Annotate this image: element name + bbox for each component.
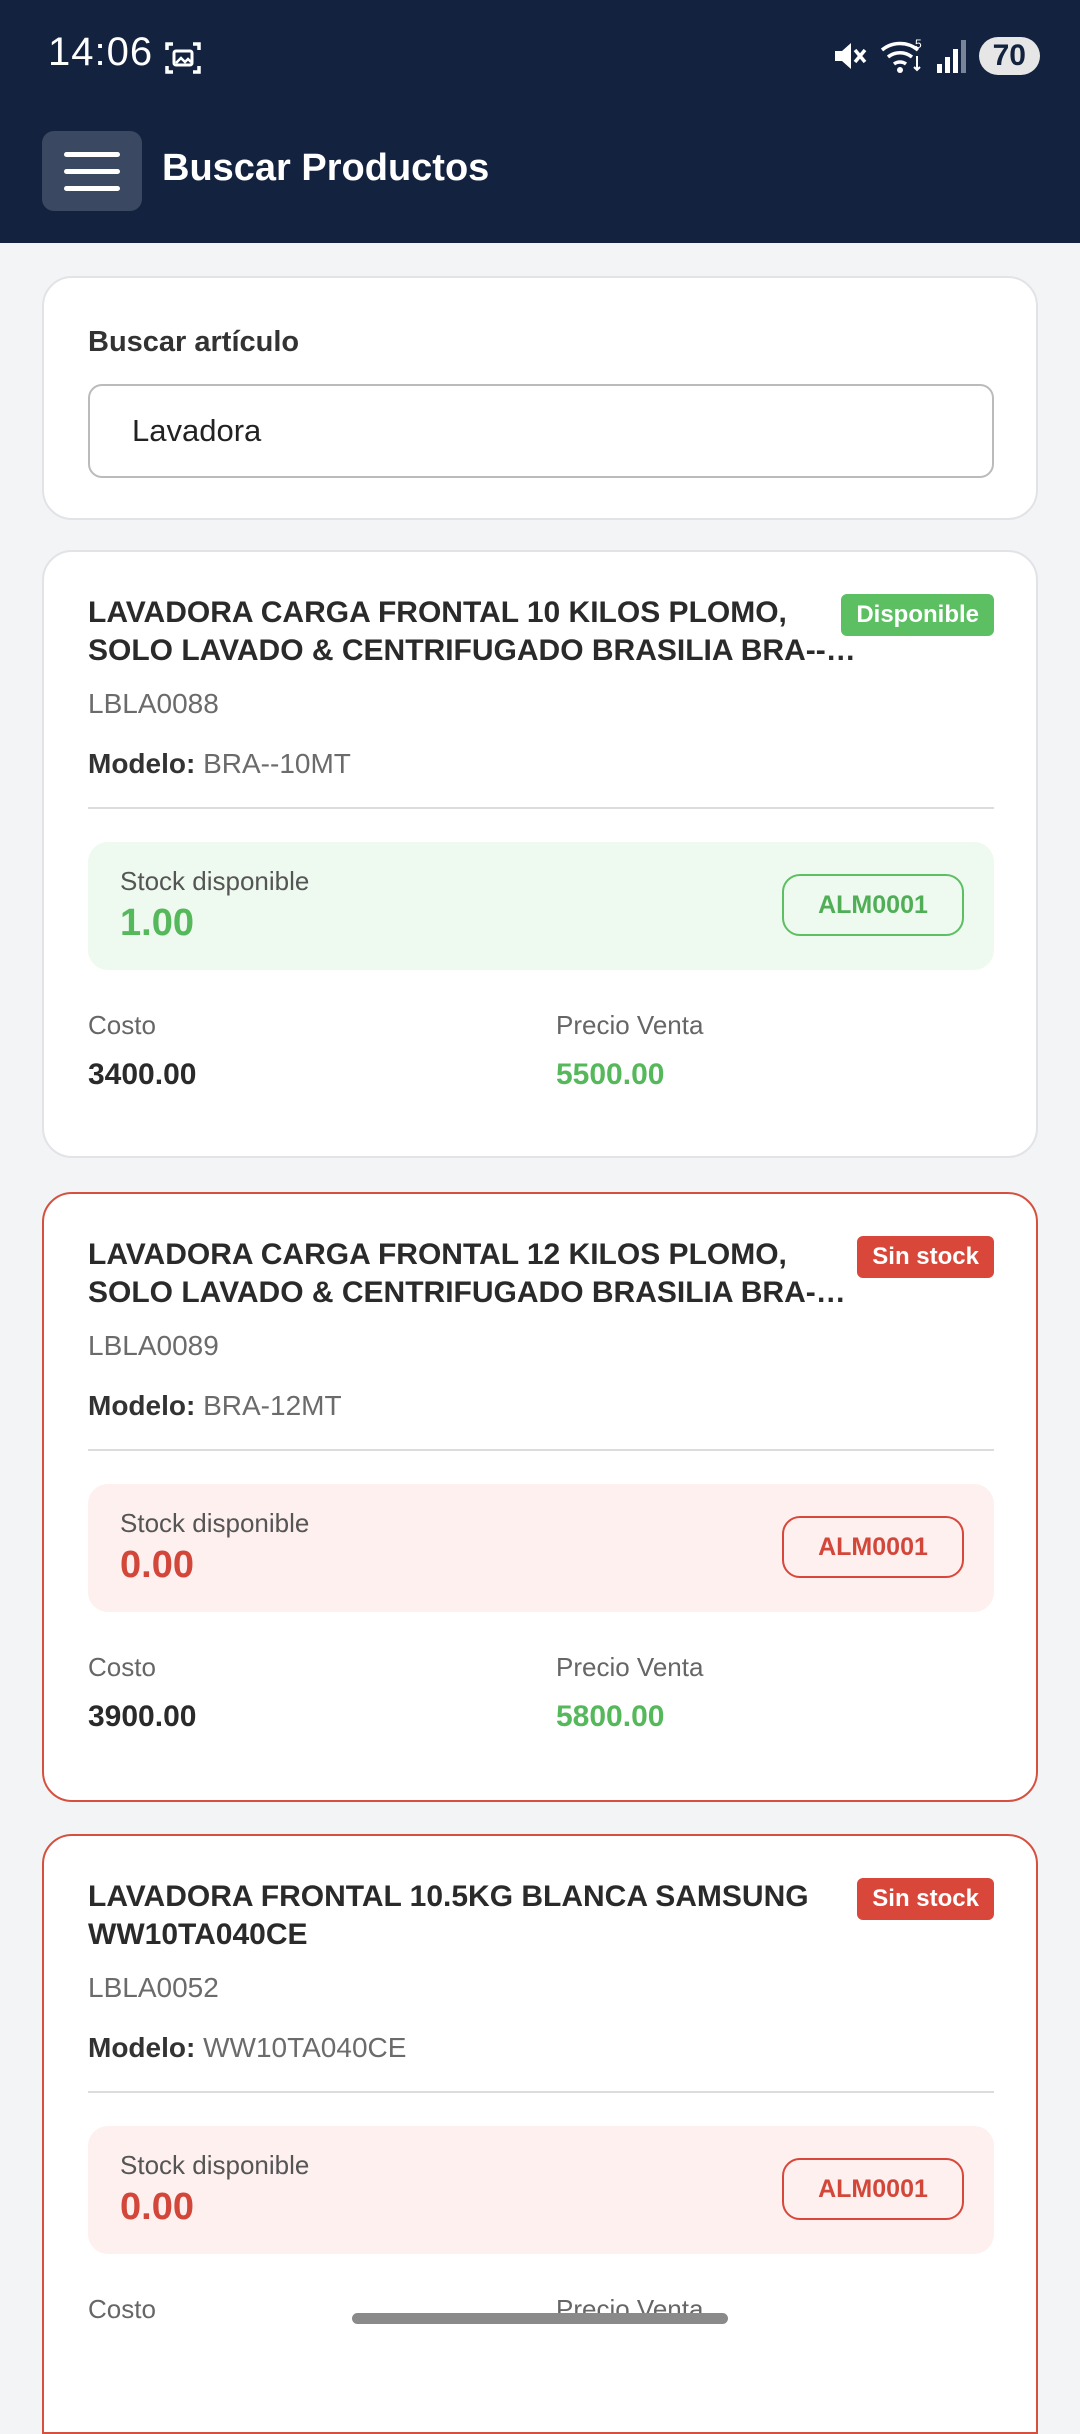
warehouse-button[interactable]: ALM0001 <box>782 2158 964 2220</box>
product-code: LBLA0089 <box>88 1330 219 1361</box>
sale-price-label: Precio Venta <box>556 1010 704 1040</box>
status-bar: 14:06 5 70 <box>0 0 1080 115</box>
page-title: Buscar Productos <box>162 147 490 189</box>
cost-label: Costo <box>88 1652 156 1682</box>
status-icons: 5 70 <box>829 36 1040 76</box>
status-badge: Disponible <box>841 594 994 636</box>
sale-price-value: 5800.00 <box>556 1700 665 1733</box>
warehouse-button[interactable]: ALM0001 <box>782 874 964 936</box>
product-card[interactable]: LAVADORA FRONTAL 10.5KG BLANCA SAMSUNG W… <box>42 1834 1038 2434</box>
screenshot-icon <box>165 42 201 74</box>
stock-label: Stock disponible <box>120 1508 310 1538</box>
product-card[interactable]: LAVADORA CARGA FRONTAL 10 KILOS PLOMO, S… <box>42 550 1038 1158</box>
stock-value: 0.00 <box>120 2186 194 2228</box>
status-badge: Sin stock <box>857 1878 994 1920</box>
status-badge: Sin stock <box>857 1236 994 1278</box>
divider <box>88 1449 994 1451</box>
stock-value: 0.00 <box>120 1544 194 1586</box>
hamburger-menu-icon <box>64 151 120 157</box>
cost-value: 3400.00 <box>88 1058 197 1091</box>
product-model: Modelo: WW10TA040CE <box>88 2032 407 2063</box>
menu-button[interactable] <box>42 131 142 211</box>
battery-indicator: 70 <box>978 37 1040 75</box>
cost-value: 3900.00 <box>88 1700 197 1733</box>
home-indicator[interactable] <box>352 2313 728 2324</box>
sale-price-label: Precio Venta <box>556 1652 704 1682</box>
app-bar: Buscar Productos <box>0 115 1080 243</box>
product-title: LAVADORA CARGA FRONTAL 12 KILOS PLOMO, S… <box>88 1238 858 1309</box>
product-card[interactable]: LAVADORA CARGA FRONTAL 12 KILOS PLOMO, S… <box>42 1192 1038 1802</box>
product-title: LAVADORA CARGA FRONTAL 10 KILOS PLOMO, S… <box>88 596 858 667</box>
cost-label: Costo <box>88 2294 156 2324</box>
sale-price-value: 5500.00 <box>556 1058 665 1091</box>
stock-box: Stock disponible 0.00 ALM0001 <box>88 2126 994 2254</box>
product-title: LAVADORA FRONTAL 10.5KG BLANCA SAMSUNG W… <box>88 1880 809 1951</box>
product-code: LBLA0052 <box>88 1972 219 2003</box>
stock-label: Stock disponible <box>120 866 310 896</box>
search-label: Buscar artículo <box>88 326 300 358</box>
stock-box: Stock disponible 0.00 ALM0001 <box>88 1484 994 1612</box>
stock-value: 1.00 <box>120 902 194 944</box>
divider <box>88 807 994 809</box>
wifi-icon: 5 <box>880 37 922 73</box>
product-model: Modelo: BRA--10MT <box>88 748 351 779</box>
divider <box>88 2091 994 2093</box>
mute-icon <box>834 43 866 69</box>
status-time: 14:06 <box>48 30 154 74</box>
search-card: Buscar artículo <box>42 276 1038 520</box>
stock-box: Stock disponible 1.00 ALM0001 <box>88 842 994 970</box>
stock-label: Stock disponible <box>120 2150 310 2180</box>
signal-icon <box>936 40 966 73</box>
product-model: Modelo: BRA-12MT <box>88 1390 342 1421</box>
product-code: LBLA0088 <box>88 688 219 719</box>
warehouse-button[interactable]: ALM0001 <box>782 1516 964 1578</box>
svg-text:5: 5 <box>915 37 922 51</box>
cost-label: Costo <box>88 1010 156 1040</box>
search-input[interactable] <box>88 384 994 478</box>
